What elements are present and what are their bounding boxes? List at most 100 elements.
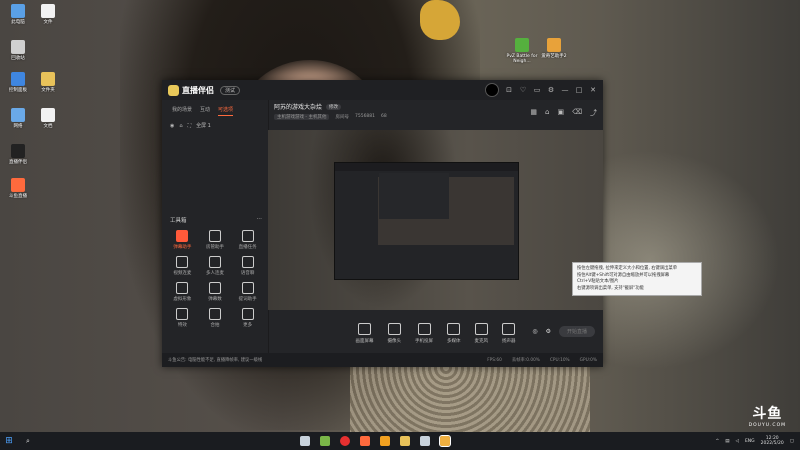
window-icon[interactable]: ▭	[533, 86, 541, 94]
room-title: 阿苏的游戏大杂烩	[274, 104, 323, 111]
tool-video-link[interactable]: 视频连麦	[166, 256, 199, 276]
more-icon[interactable]: ⋯	[257, 216, 263, 224]
desktop-icon-document[interactable]: 文档	[32, 108, 64, 129]
room-info: 阿苏的游戏大杂烩 修改 主机游戏游戏 - 主机其他 房间号 7556881 68…	[274, 102, 597, 128]
tab-interact[interactable]: 互动	[200, 106, 210, 116]
tool-coshoot[interactable]: 合拍	[199, 308, 232, 328]
folder-icon[interactable]	[400, 436, 410, 446]
avatar-icon	[176, 282, 189, 294]
desktop-icon-douyu[interactable]: 斗鱼直播	[2, 178, 34, 199]
tool-admin[interactable]: 房管助手	[199, 230, 232, 250]
steam-icon[interactable]	[420, 436, 430, 446]
tool-more[interactable]: 更多	[231, 308, 264, 328]
phone-icon	[417, 322, 431, 335]
gear-icon[interactable]: ⚙	[547, 86, 555, 94]
counter-icon	[208, 282, 221, 294]
tab-my-scenes[interactable]: 我的场景	[172, 106, 192, 116]
volume-icon[interactable]: ◁	[735, 439, 738, 444]
desktop-icon-helper[interactable]: 爱奇艺助手2	[538, 38, 570, 59]
share-icon[interactable]: ⤴	[590, 108, 597, 118]
netease-icon[interactable]	[340, 436, 350, 446]
more-tools-icon	[241, 308, 254, 320]
room-id: 7556881	[354, 114, 376, 119]
phone-cast-button[interactable]: 手机投屏	[415, 322, 433, 344]
save-icon[interactable]: ▣	[557, 108, 564, 118]
start-live-button[interactable]: 开始直播	[558, 326, 595, 337]
app-icon[interactable]	[380, 436, 390, 446]
clear-icon[interactable]: ⌫	[572, 108, 582, 118]
fans-count: 68	[381, 114, 387, 119]
record-icon[interactable]: ◎	[532, 328, 537, 335]
scene-label: 全屏 1	[196, 123, 211, 129]
avatar[interactable]	[485, 83, 499, 97]
monitor-icon	[358, 322, 371, 335]
minimize-button[interactable]: —	[561, 86, 569, 94]
status-fps: FPS:60	[487, 357, 502, 363]
search-icon[interactable]: ⌕	[26, 437, 30, 446]
windows-icon[interactable]: ⊞	[2, 436, 16, 446]
close-button[interactable]: ✕	[589, 86, 597, 94]
desktop-icon-file[interactable]: 文件	[32, 4, 64, 25]
camera-button[interactable]: 摄像头	[388, 322, 401, 344]
screen-capture-button[interactable]: 画面屏幕	[356, 322, 374, 344]
chat-icon	[241, 256, 254, 268]
desktop-icon-pvz[interactable]: PvZ Battle for Neigh...	[506, 38, 538, 64]
tool-multi-link[interactable]: 多人连麦	[199, 256, 232, 276]
network-icon[interactable]: ▤	[725, 439, 729, 444]
language-indicator[interactable]: ENG	[745, 439, 755, 444]
stream-preview[interactable]	[268, 130, 603, 310]
tool-danmaku-count[interactable]: 弹幕数	[199, 282, 232, 302]
game-icon	[515, 38, 529, 52]
lock-icon[interactable]: ⌂	[545, 108, 549, 118]
game-icon[interactable]	[320, 436, 330, 446]
status-gpu: GPU:0%	[579, 357, 597, 363]
clock[interactable]: 12:20 2022/5/20	[761, 436, 784, 447]
tool-avatar[interactable]: 虚拟形象	[166, 282, 199, 302]
desktop-icon-control-panel[interactable]: 控制面板	[2, 72, 34, 93]
tool-task[interactable]: 直播任务	[231, 230, 264, 250]
preview-tooltip: 按住左键拖拽, 拉伸来定义大小和位置, 右键调出菜单 按住Alt键+Shift可…	[572, 262, 702, 296]
desktop-icon-recycle[interactable]: 回收站	[2, 40, 34, 61]
notification-icon[interactable]: ▢	[790, 439, 794, 444]
document-icon	[41, 108, 55, 122]
computer-icon	[11, 4, 25, 18]
media-button[interactable]: 多媒体	[447, 322, 461, 344]
system-tray: ^ ▤ ◁ ENG 12:20 2022/5/20 ▢	[715, 436, 794, 447]
desktop-icon-network[interactable]: 网络	[2, 108, 34, 129]
prompter-icon	[241, 282, 254, 294]
heart-icon[interactable]: ♡	[519, 86, 527, 94]
settings-icon[interactable]: ⚙	[546, 328, 551, 335]
game-icon	[547, 38, 561, 52]
live-companion-window[interactable]: 直播伴侣 测试 ⊡ ♡ ▭ ⚙ — □ ✕ 我的场景 互动 可选项 ◉ ⌂ ⛶ …	[162, 80, 603, 367]
tab-options[interactable]: 可选项	[218, 106, 234, 116]
desktop-icon-companion[interactable]: 直播伴侣	[2, 144, 34, 165]
beta-badge[interactable]: 测试	[220, 85, 241, 95]
desktop-icon-computer[interactable]: 此电脑	[2, 4, 34, 25]
steam-icon[interactable]	[300, 436, 310, 446]
live-companion-icon[interactable]	[439, 435, 451, 447]
lock-icon[interactable]: ⌂	[179, 123, 182, 129]
layout-icon[interactable]: ▦	[530, 108, 537, 118]
tool-effects[interactable]: 特效	[166, 308, 199, 328]
tool-voice-chat[interactable]: 语音聊	[231, 256, 264, 276]
status-drop: 丢帧率:0.00%	[511, 358, 540, 363]
desktop-icon-folder[interactable]: 文件夹	[32, 72, 64, 93]
source-controls: 画面屏幕 摄像头 手机投屏 多媒体 麦克风 扬声器 ◎ ⚙ 开始直播	[268, 314, 603, 352]
edit-title-button[interactable]: 修改	[326, 103, 342, 110]
microphone-button[interactable]: 麦克风	[475, 322, 488, 344]
room-id-label: 房间号	[335, 115, 349, 120]
resize-icon[interactable]: ⛶	[188, 123, 192, 129]
nested-preview-inner	[379, 173, 449, 219]
screen-icon[interactable]: ⊡	[505, 86, 513, 94]
scene-item[interactable]: ◉ ⌂ ⛶ 全屏 1	[162, 116, 268, 135]
titlebar[interactable]: 直播伴侣 测试 ⊡ ♡ ▭ ⚙ — □ ✕	[162, 80, 603, 100]
chevron-up-icon[interactable]: ^	[715, 439, 719, 444]
douyu-icon[interactable]	[360, 436, 370, 446]
maximize-button[interactable]: □	[575, 86, 583, 94]
speaker-button[interactable]: 扬声器	[502, 322, 516, 344]
tool-prompter[interactable]: 提词助手	[231, 282, 264, 302]
room-category[interactable]: 主机游戏游戏 - 主机其他	[274, 114, 330, 120]
tool-danmaku[interactable]: 弹幕助手	[166, 230, 199, 250]
video-icon	[176, 256, 189, 268]
eye-icon[interactable]: ◉	[170, 123, 174, 129]
